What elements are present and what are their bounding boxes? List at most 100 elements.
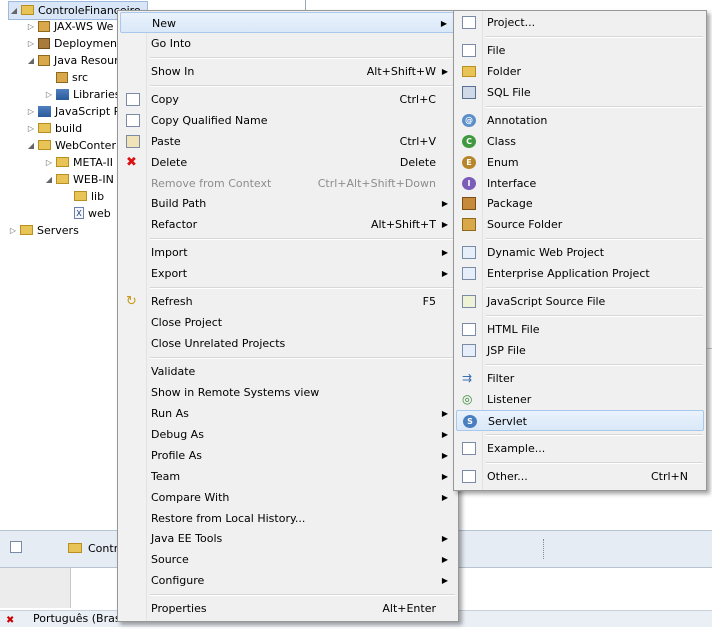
menu-item-label: Remove from Context — [151, 177, 272, 190]
menu-item-new[interactable]: New ▶ — [120, 12, 456, 33]
submenu-item-file[interactable]: File — [456, 40, 704, 61]
collapsed-arrow-icon[interactable]: ▷ — [26, 120, 36, 137]
folder-icon — [74, 191, 87, 201]
submenu-item-javascript-file[interactable]: JavaScript Source File — [456, 291, 704, 312]
collapsed-arrow-icon[interactable]: ▷ — [44, 86, 54, 103]
menu-item-label: Restore from Local History... — [151, 512, 306, 525]
jsp-file-icon — [462, 344, 476, 357]
tree-item-label: JAX-WS We — [54, 20, 114, 33]
xml-file-icon: X — [74, 207, 84, 219]
menu-item-refactor[interactable]: Refactor Alt+Shift+T ▶ — [120, 214, 456, 235]
submenu-item-dynamic-web-project[interactable]: Dynamic Web Project — [456, 242, 704, 263]
submenu-item-source-folder[interactable]: Source Folder — [456, 214, 704, 235]
menu-item-export[interactable]: Export ▶ — [120, 263, 456, 284]
tree-item-label: src — [72, 71, 89, 84]
submenu-item-enum[interactable]: E Enum — [456, 152, 704, 173]
menu-item-label: Source Folder — [487, 218, 563, 231]
submenu-item-interface[interactable]: I Interface — [456, 173, 704, 194]
tab-label[interactable]: Contr — [88, 541, 118, 557]
new-file-icon — [462, 44, 476, 57]
tree-item-libraries[interactable]: ▷ Libraries — [44, 86, 121, 103]
menu-item-label: Servlet — [488, 415, 527, 428]
menu-item-label: Configure — [151, 574, 205, 587]
annotation-icon: @ — [462, 114, 476, 127]
menu-item-debug-as[interactable]: Debug As ▶ — [120, 424, 456, 445]
tree-item-webcontent[interactable]: ◢ WebConter — [26, 137, 116, 154]
menu-item-label: Delete — [151, 156, 188, 169]
submenu-item-folder[interactable]: Folder — [456, 61, 704, 82]
menu-item-java-ee-tools[interactable]: Java EE Tools ▶ — [120, 528, 456, 549]
tree-item-servers[interactable]: ▷ Servers — [8, 222, 79, 239]
menu-shortcut: Delete — [399, 156, 436, 169]
tree-item-web-inf[interactable]: ◢ WEB-IN — [44, 171, 114, 188]
tree-item-src[interactable]: src — [44, 69, 88, 86]
expanded-arrow-icon[interactable]: ◢ — [26, 137, 36, 154]
menu-item-go-into[interactable]: Go Into — [120, 33, 456, 54]
menu-item-run-as[interactable]: Run As ▶ — [120, 403, 456, 424]
new-icon[interactable] — [10, 541, 22, 553]
submenu-item-sql-file[interactable]: SQL File — [456, 82, 704, 103]
submenu-item-listener[interactable]: ◎ Listener — [456, 389, 704, 410]
menu-item-validate[interactable]: Validate — [120, 361, 456, 382]
menu-separator — [486, 106, 703, 108]
menu-item-properties[interactable]: Properties Alt+Enter — [120, 598, 456, 619]
tree-item-javascript[interactable]: ▷ JavaScript R — [26, 103, 121, 120]
menu-item-show-in[interactable]: Show In Alt+Shift+W ▶ — [120, 61, 456, 82]
submenu-item-project[interactable]: Project... — [456, 12, 704, 33]
menu-item-team[interactable]: Team ▶ — [120, 466, 456, 487]
menu-item-profile-as[interactable]: Profile As ▶ — [120, 445, 456, 466]
submenu-item-filter[interactable]: ⇉ Filter — [456, 368, 704, 389]
menu-item-copy[interactable]: Copy Ctrl+C — [120, 89, 456, 110]
submenu-arrow-icon: ▶ — [441, 472, 448, 481]
submenu-item-class[interactable]: C Class — [456, 131, 704, 152]
menu-item-restore-local-history[interactable]: Restore from Local History... — [120, 508, 456, 529]
menu-item-import[interactable]: Import ▶ — [120, 242, 456, 263]
menu-item-label: New — [152, 17, 176, 30]
tree-item-meta-inf[interactable]: ▷ META-II — [44, 154, 113, 171]
menu-item-label: Show in Remote Systems view — [151, 386, 320, 399]
collapsed-arrow-icon[interactable]: ▷ — [26, 18, 36, 35]
menu-shortcut: Ctrl+N — [650, 470, 688, 483]
javascript-file-icon — [462, 295, 476, 308]
menu-item-refresh[interactable]: ↻ Refresh F5 — [120, 291, 456, 312]
filter-icon: ⇉ — [462, 371, 473, 385]
submenu-arrow-icon: ▶ — [441, 269, 448, 278]
submenu-item-enterprise-app-project[interactable]: Enterprise Application Project — [456, 263, 704, 284]
menu-item-build-path[interactable]: Build Path ▶ — [120, 193, 456, 214]
collapsed-arrow-icon[interactable]: ▷ — [44, 154, 54, 171]
menu-item-compare-with[interactable]: Compare With ▶ — [120, 487, 456, 508]
menu-separator — [150, 357, 455, 359]
tree-item-label: JavaScript R — [55, 105, 122, 118]
menu-item-show-remote-systems[interactable]: Show in Remote Systems view — [120, 382, 456, 403]
collapsed-arrow-icon[interactable]: ▷ — [26, 103, 36, 120]
collapsed-arrow-icon[interactable]: ▷ — [8, 222, 18, 239]
tree-item-lib[interactable]: lib — [62, 188, 104, 205]
menu-item-close-unrelated-projects[interactable]: Close Unrelated Projects — [120, 333, 456, 354]
tree-item-web-xml[interactable]: Xweb — [62, 205, 111, 222]
collapsed-arrow-icon[interactable]: ▷ — [26, 35, 36, 52]
menu-item-source[interactable]: Source ▶ — [120, 549, 456, 570]
submenu-item-jsp-file[interactable]: JSP File — [456, 340, 704, 361]
class-icon: C — [462, 135, 476, 148]
submenu-item-other[interactable]: Other... Ctrl+N — [456, 466, 704, 487]
menu-item-configure[interactable]: Configure ▶ — [120, 570, 456, 591]
view-divider — [305, 0, 306, 10]
expanded-arrow-icon[interactable]: ◢ — [26, 52, 36, 69]
submenu-item-html-file[interactable]: HTML File — [456, 319, 704, 340]
menu-item-close-project[interactable]: Close Project — [120, 312, 456, 333]
tree-item-jaxws[interactable]: ▷ JAX-WS We — [26, 18, 114, 35]
menu-item-paste[interactable]: Paste Ctrl+V — [120, 131, 456, 152]
tree-item-deployment[interactable]: ▷ Deploymen — [26, 35, 117, 52]
submenu-item-example[interactable]: Example... — [456, 438, 704, 459]
project-icon — [21, 5, 34, 15]
submenu-item-servlet[interactable]: S Servlet — [456, 410, 704, 431]
menu-item-copy-qualified-name[interactable]: Copy Qualified Name — [120, 110, 456, 131]
menu-item-remove-from-context[interactable]: Remove from Context Ctrl+Alt+Shift+Down — [120, 173, 456, 194]
tree-item-java-resources[interactable]: ◢ Java Resour — [26, 52, 119, 69]
submenu-item-annotation[interactable]: @ Annotation — [456, 110, 704, 131]
tree-item-build[interactable]: ▷ build — [26, 120, 82, 137]
menu-item-delete[interactable]: ✖ Delete Delete — [120, 152, 456, 173]
submenu-item-package[interactable]: Package — [456, 193, 704, 214]
expanded-arrow-icon[interactable]: ◢ — [44, 171, 54, 188]
expanded-arrow-icon[interactable]: ◢ — [9, 2, 19, 19]
